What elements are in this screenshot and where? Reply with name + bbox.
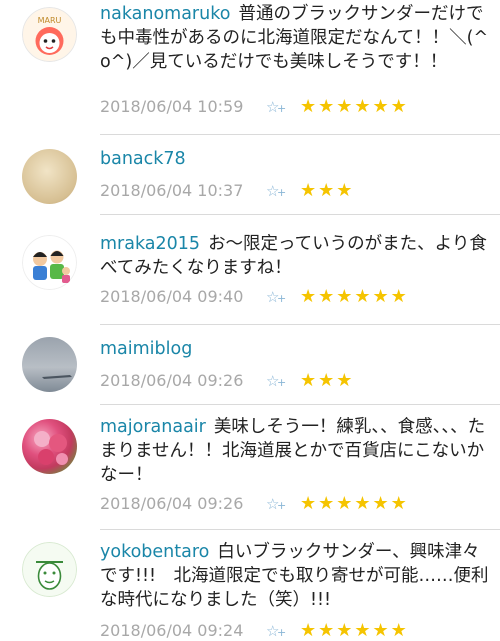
avatar[interactable]: MARU <box>22 7 77 62</box>
comment-body: banack78 <box>100 147 492 171</box>
avatar[interactable] <box>22 235 77 290</box>
comment-item: yokobentaro 白いブラックサンダー、興味津々です!!! 北海道限定でも取… <box>0 530 500 641</box>
timestamp: 2018/06/04 10:59 <box>100 97 244 116</box>
comment-list: MARU nakanomaruko 普通のブラックサンダーだけでも中毒性があるのに… <box>0 0 500 641</box>
comment-item: majoranaair 美味しそう一！練乳、、食感、、、たまりません！！北海道展と… <box>0 405 500 530</box>
avatar[interactable] <box>22 419 77 474</box>
timestamp: 2018/06/04 09:24 <box>100 621 244 640</box>
avatar[interactable] <box>22 542 77 597</box>
timestamp: 2018/06/04 09:26 <box>100 371 244 390</box>
comment-item: banack78 2018/06/04 10:37 ☆ + ★★★ <box>0 135 500 215</box>
comment-item: mraka2015 お〜限定っていうのがまた、より食べてみたくなりますね！ 201… <box>0 215 500 325</box>
comment-meta: 2018/06/04 10:37 ☆ + ★★★ <box>100 180 354 201</box>
username-link[interactable]: mraka2015 <box>100 234 200 254</box>
comment-meta: 2018/06/04 09:24 ☆ + ★★★★★★ <box>100 620 409 641</box>
comment-item: MARU nakanomaruko 普通のブラックサンダーだけでも中毒性があるのに… <box>0 0 500 135</box>
svg-text:MARU: MARU <box>38 16 62 25</box>
comment-body: nakanomaruko 普通のブラックサンダーだけでも中毒性があるのに北海道限定… <box>100 2 492 74</box>
username-link[interactable]: majoranaair <box>100 417 206 437</box>
avatar[interactable] <box>22 337 77 392</box>
comment-meta: 2018/06/04 09:40 ☆ + ★★★★★★ <box>100 286 409 307</box>
timestamp: 2018/06/04 09:26 <box>100 494 244 513</box>
comment-meta: 2018/06/04 09:26 ☆ + ★★★★★★ <box>100 493 409 514</box>
add-star-icon[interactable]: ☆ + <box>266 182 300 200</box>
username-link[interactable]: banack78 <box>100 149 186 169</box>
username-link[interactable]: yokobentaro <box>100 542 209 562</box>
star-rating: ★★★ <box>300 370 355 391</box>
star-rating: ★★★★★★ <box>300 620 409 641</box>
comment-body: maimiblog <box>100 337 492 361</box>
add-star-icon[interactable]: ☆ + <box>266 495 300 513</box>
username-link[interactable]: maimiblog <box>100 339 192 359</box>
star-rating: ★★★★★★ <box>300 493 409 514</box>
star-rating: ★★★★★★ <box>300 286 409 307</box>
comment-body: majoranaair 美味しそう一！練乳、、食感、、、たまりません！！北海道展と… <box>100 415 492 487</box>
comment-item: maimiblog 2018/06/04 09:26 ☆ + ★★★ <box>0 325 500 405</box>
avatar[interactable] <box>22 149 77 204</box>
add-star-icon[interactable]: ☆ + <box>266 98 300 116</box>
add-star-icon[interactable]: ☆ + <box>266 622 300 640</box>
star-rating: ★★★★★★ <box>300 96 409 117</box>
star-rating: ★★★ <box>300 180 355 201</box>
timestamp: 2018/06/04 09:40 <box>100 287 244 306</box>
comment-meta: 2018/06/04 10:59 ☆ + ★★★★★★ <box>100 96 409 117</box>
username-link[interactable]: nakanomaruko <box>100 4 230 24</box>
add-star-icon[interactable]: ☆ + <box>266 372 300 390</box>
comment-body: mraka2015 お〜限定っていうのがまた、より食べてみたくなりますね！ <box>100 232 492 280</box>
comment-body: yokobentaro 白いブラックサンダー、興味津々です!!! 北海道限定でも取… <box>100 540 492 612</box>
add-star-icon[interactable]: ☆ + <box>266 288 300 306</box>
comment-meta: 2018/06/04 09:26 ☆ + ★★★ <box>100 370 354 391</box>
timestamp: 2018/06/04 10:37 <box>100 181 244 200</box>
